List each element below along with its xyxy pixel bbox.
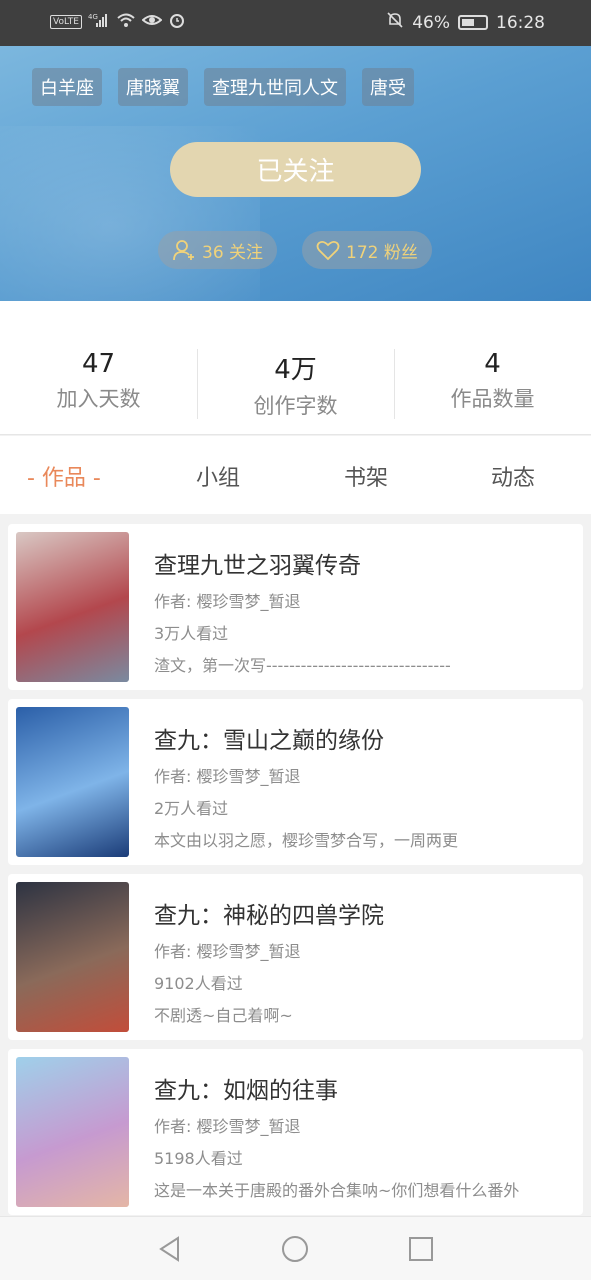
profile-header: 白羊座 唐晓翼 查理九世同人文 唐受 已关注 36 关注 172 粉丝 [0,46,591,301]
clock: 16:28 [496,12,545,33]
svg-text:4G: 4G [88,13,98,21]
signal-icon: 4G [88,12,110,32]
tag-item[interactable]: 唐晓翼 [118,68,188,106]
status-right: 46% 16:28 [386,11,545,34]
following-count: 36 关注 [202,242,264,263]
fans-count: 172 粉丝 [346,242,418,263]
work-views: 3万人看过 [154,624,229,643]
work-title: 查九：雪山之巅的缘份 [154,728,384,754]
tag-item[interactable]: 白羊座 [32,68,102,106]
work-card[interactable]: 查理九世之羽翼传奇 作者: 樱珍雪梦_暂退 3万人看过 渣文，第一次写-----… [8,524,583,690]
mute-icon [386,11,404,34]
work-views: 2万人看过 [154,799,229,818]
tag-item[interactable]: 唐受 [362,68,414,106]
work-desc: 不剧透~自己着啊~ [154,1006,293,1025]
stat-word-count: 4万 创作字数 [197,349,394,420]
book-cover[interactable] [16,1057,129,1207]
work-card[interactable]: 查九：如烟的往事 作者: 樱珍雪梦_暂退 5198人看过 这是一本关于唐殿的番外… [8,1049,583,1215]
work-card[interactable]: 查九：神秘的四兽学院 作者: 樱珍雪梦_暂退 9102人看过 不剧透~自己着啊~ [8,874,583,1040]
tag-item[interactable]: 查理九世同人文 [204,68,346,106]
followed-button[interactable]: 已关注 [170,142,421,197]
tab-groups[interactable]: 小组 [196,460,240,492]
stat-value: 47 [81,349,116,379]
book-cover[interactable] [16,707,129,857]
work-card[interactable]: 查九：雪山之巅的缘份 作者: 樱珍雪梦_暂退 2万人看过 本文由以羽之愿，樱珍雪… [8,699,583,865]
work-title: 查九：神秘的四兽学院 [154,903,384,929]
tab-bar: - 作品 - 小组 书架 动态 [0,436,591,514]
work-desc: 本文由以羽之愿，樱珍雪梦合写，一周两更 [154,831,459,850]
work-author: 作者: 樱珍雪梦_暂退 [154,592,301,611]
work-info: 查理九世之羽翼传奇 作者: 樱珍雪梦_暂退 3万人看过 渣文，第一次写-----… [154,546,564,676]
work-info: 查九：神秘的四兽学院 作者: 樱珍雪梦_暂退 9102人看过 不剧透~自己着啊~ [154,896,564,1026]
home-icon[interactable] [281,1235,309,1263]
status-left: VoLTE 4G [50,11,186,33]
book-cover[interactable] [16,532,129,682]
tab-works[interactable]: - 作品 - [27,460,101,492]
system-nav-bar [0,1216,591,1280]
volte-icon: VoLTE [50,15,82,29]
alarm-icon [168,11,186,33]
recents-icon[interactable] [407,1235,435,1263]
work-author: 作者: 樱珍雪梦_暂退 [154,1117,301,1136]
stat-label: 加入天数 [56,387,141,411]
work-views: 5198人看过 [154,1149,243,1168]
eye-icon [141,12,163,32]
work-author: 作者: 樱珍雪梦_暂退 [154,942,301,961]
stats-panel: 47 加入天数 4万 创作字数 4 作品数量 [0,301,591,435]
stat-join-days: 47 加入天数 [0,349,197,413]
work-info: 查九：如烟的往事 作者: 樱珍雪梦_暂退 5198人看过 这是一本关于唐殿的番外… [154,1071,564,1201]
work-title: 查九：如烟的往事 [154,1078,338,1104]
battery-icon [458,15,488,30]
stat-value: 4万 [274,355,317,385]
work-author: 作者: 樱珍雪梦_暂退 [154,767,301,786]
tag-list: 白羊座 唐晓翼 查理九世同人文 唐受 [32,68,414,106]
wifi-icon [116,12,136,32]
user-add-icon [172,238,196,262]
following-count-button[interactable]: 36 关注 [158,231,278,269]
work-desc: 这是一本关于唐殿的番外合集呐~你们想看什么番外 [154,1181,520,1200]
work-info: 查九：雪山之巅的缘份 作者: 樱珍雪梦_暂退 2万人看过 本文由以羽之愿，樱珍雪… [154,721,564,851]
tab-activity[interactable]: 动态 [491,460,535,492]
heart-icon [316,239,340,261]
book-cover[interactable] [16,882,129,1032]
fans-count-button[interactable]: 172 粉丝 [302,231,432,269]
stat-value: 4 [484,349,501,379]
stat-label: 作品数量 [450,387,535,411]
status-bar: VoLTE 4G 46% 16:28 [0,0,591,46]
stat-label: 创作字数 [253,394,338,418]
work-views: 9102人看过 [154,974,243,993]
work-desc: 渣文，第一次写-------------------------------- [154,656,451,675]
tab-bookshelf[interactable]: 书架 [344,460,388,492]
work-title: 查理九世之羽翼传奇 [154,553,361,579]
battery-percent: 46% [412,12,450,33]
back-icon[interactable] [156,1235,184,1263]
stat-works-count: 4 作品数量 [394,349,591,413]
